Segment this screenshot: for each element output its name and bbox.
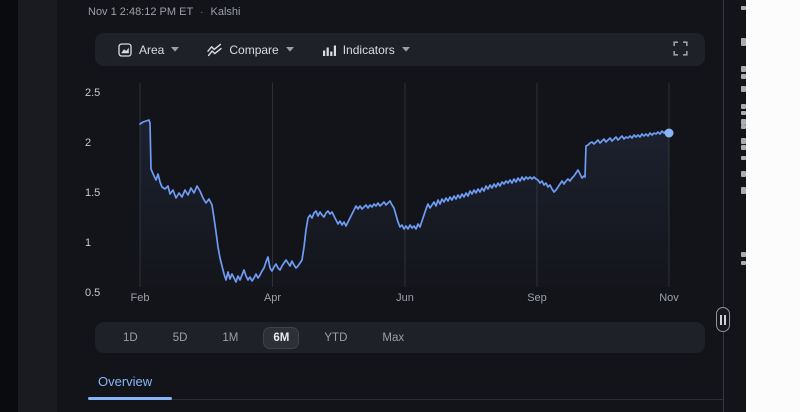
svg-text:0.5: 0.5 [85,287,100,299]
clipped-text-sliver [741,86,746,92]
range-button-5d[interactable]: 5D [163,327,198,349]
price-chart-svg: Feb Apr Jun Sep Nov 0.5 1 1.5 2 2.5 [75,70,705,315]
svg-text:Feb: Feb [131,292,150,304]
svg-text:2: 2 [85,137,91,149]
fullscreen-button[interactable] [670,38,691,62]
clipped-text-sliver [741,125,746,129]
indicators-label: Indicators [343,43,395,57]
chart-type-button[interactable]: Area [112,39,185,61]
svg-text:Nov: Nov [659,292,679,304]
svg-text:1.5: 1.5 [85,187,100,199]
clipped-text-sliver [741,156,746,160]
quote-timestamp: Nov 1 2:48:12 PM ET [88,6,193,18]
clipped-text-sliver [741,171,746,177]
range-button-max[interactable]: Max [372,327,414,349]
clipped-text-sliver [741,138,746,144]
quote-source: Kalshi [211,6,241,18]
range-selector: 1D 5D 1M 6M YTD Max [95,322,705,353]
clipped-text-sliver [741,66,746,72]
svg-text:Apr: Apr [264,292,281,304]
tabs-divider [172,399,723,400]
grip-bar [724,315,726,325]
compare-lines-icon [207,43,222,57]
clipped-text-sliver [741,104,746,109]
range-button-1d[interactable]: 1D [113,327,148,349]
tab-active-indicator [88,397,172,400]
chevron-down-icon [171,47,179,52]
clipped-text-sliver [741,74,746,79]
clipped-text-sliver [741,145,746,150]
area-chart-icon [118,43,132,57]
clipped-text-sliver [741,38,746,46]
chevron-down-icon [286,47,294,52]
indicators-bars-icon [322,43,336,57]
fullscreen-icon [673,41,688,59]
clipped-text-sliver [741,6,746,10]
panel-divider [723,0,724,412]
svg-text:Jun: Jun [396,292,414,304]
tab-overview[interactable]: Overview [98,374,152,389]
grip-bar [720,315,722,325]
screen: Nov 1 2:48:12 PM ET · Kalshi Area [0,0,800,412]
clipped-text-sliver [741,111,746,115]
quote-header: Nov 1 2:48:12 PM ET · Kalshi [88,4,240,20]
clipped-text-sliver [741,252,746,257]
clipped-text-sliver [741,187,746,194]
clipped-text-sliver [741,261,746,265]
chevron-down-icon [402,47,410,52]
range-button-ytd[interactable]: YTD [314,327,357,349]
range-button-6m[interactable]: 6M [263,327,299,349]
separator-dot: · [200,7,203,18]
range-button-1m[interactable]: 1M [212,327,248,349]
svg-text:Sep: Sep [527,292,547,304]
right-white-panel [746,0,800,412]
compare-button[interactable]: Compare [201,39,299,61]
svg-text:1: 1 [85,237,91,249]
compare-label: Compare [229,43,278,57]
indicators-button[interactable]: Indicators [316,39,416,61]
left-gutter-strip [18,0,57,412]
chart-toolbar: Area Compare [95,33,705,66]
panel-resize-handle[interactable] [716,307,730,332]
chart-type-label: Area [139,43,164,57]
svg-text:2.5: 2.5 [85,87,100,99]
price-chart[interactable]: Feb Apr Jun Sep Nov 0.5 1 1.5 2 2.5 [75,70,705,315]
left-black-strip [0,0,18,412]
